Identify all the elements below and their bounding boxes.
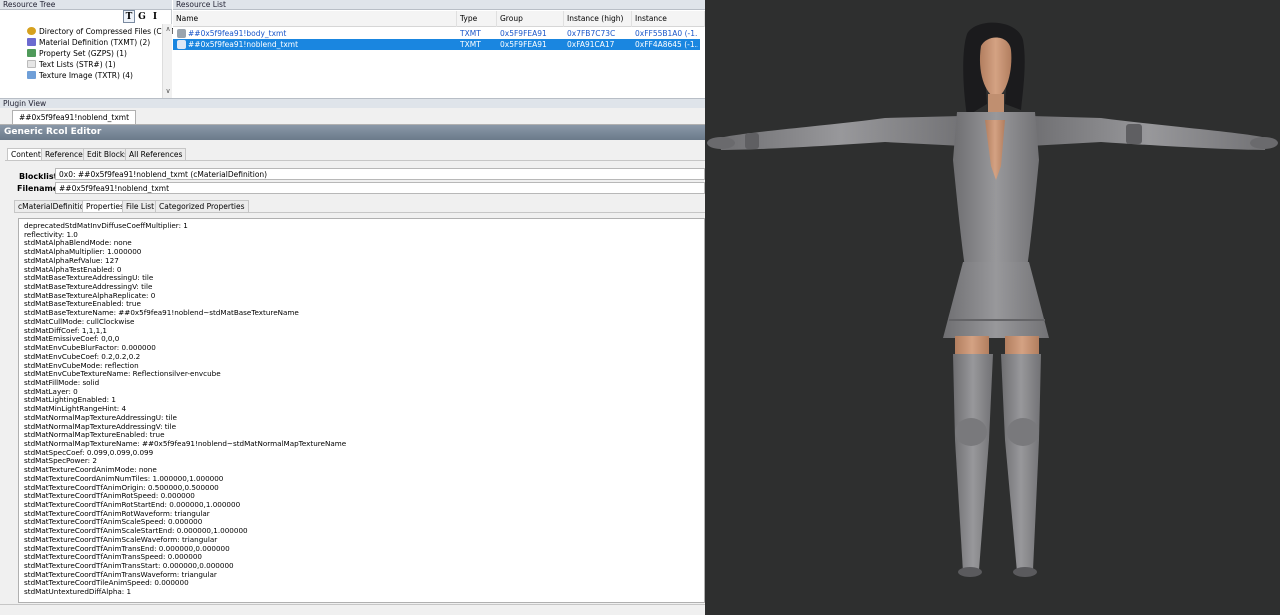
right-arm-shape [1029, 116, 1267, 150]
subtab-categorized-properties[interactable]: Categorized Properties [155, 200, 249, 212]
filename-field[interactable]: ##0x5f9fea91!noblend_txmt [55, 182, 705, 194]
tree-scrollbar[interactable]: ∧ ∨ [162, 24, 172, 98]
model-viewport[interactable] [705, 0, 1280, 615]
resource-instance-high: 0x7FB7C73C [567, 29, 616, 38]
right-hand-shape [1250, 137, 1278, 149]
right-leg-shape [1001, 354, 1041, 572]
material-icon [27, 38, 36, 46]
resource-tree-title: Resource Tree [3, 0, 56, 9]
plugin-view-header: Plugin View [0, 98, 705, 108]
resource-instance: 0xFF4A8645 (-1... [635, 40, 698, 49]
tree-view-toolbar: TGI [123, 10, 172, 24]
property-line: stdMatEnvCubeTextureName: Reflectionsilv… [24, 369, 221, 379]
property-line: stdMatFillMode: solid [24, 377, 100, 387]
column-header-group[interactable]: Group [497, 11, 564, 27]
column-header-type[interactable]: Type [457, 11, 497, 27]
column-header-name[interactable]: Name [173, 11, 457, 27]
scroll-up-icon[interactable]: ∧ [164, 25, 172, 33]
tree-item-label: Texture Image (TXTR) (4) [39, 71, 133, 80]
left-knee-shape [955, 418, 987, 446]
left-leg-shape [953, 354, 993, 572]
resource-instance: 0xFF55B1A0 (-1... [635, 29, 698, 38]
resource-name: ##0x5f9fea91!body_txmt [188, 29, 287, 38]
left-bracer-shape [745, 133, 759, 149]
gold-file-icon [27, 27, 36, 35]
property-line: stdMatSpecCoef: 0.099,0.099,0.099 [24, 447, 154, 457]
neck-shape [988, 94, 1004, 114]
plugin-document-tab[interactable]: ##0x5f9fea91!noblend_txmt [12, 110, 136, 124]
status-strip [0, 604, 705, 615]
property-line: stdMatLayer: 0 [24, 386, 78, 396]
tree-item-txmt[interactable]: Material Definition (TXMT) (2) [27, 38, 150, 48]
property-line: stdMatLightingEnabled: 1 [24, 395, 116, 405]
plugin-view-title: Plugin View [3, 99, 47, 108]
property-line: stdMatUntexturedDiffAlpha: 1 [24, 587, 132, 597]
blocklist-select[interactable]: 0x0: ##0x5f9fea91!noblend_txmt (cMateria… [55, 168, 705, 180]
resource-file-icon [177, 29, 186, 38]
resource-row[interactable]: ##0x5f9fea91!body_txmt TXMT 0x5F9FEA91 0… [173, 28, 700, 39]
tree-item-label: Property Set (GZPS) (1) [39, 49, 127, 58]
tab-all-references[interactable]: All References [125, 148, 187, 160]
resource-list-columns: Name Type Group Instance (high) Instance [173, 11, 705, 27]
editor-title: Generic Rcol Editor [0, 125, 705, 140]
resource-row-selected[interactable]: ##0x5f9fea91!noblend_txmt TXMT 0x5F9FEA9… [173, 39, 700, 50]
skirt-shape [943, 262, 1049, 338]
right-foot-shape [1013, 567, 1037, 577]
resource-type: TXMT [460, 40, 481, 49]
resource-list-title: Resource List [176, 0, 226, 9]
resource-instance-high: 0xFA91CA17 [567, 40, 615, 49]
property-line: stdMatAlphaMultiplier: 1.000000 [24, 247, 142, 257]
properties-list[interactable]: deprecatedStdMatInvDiffuseCoeffMultiplie… [18, 218, 705, 603]
text-list-icon [27, 60, 36, 68]
column-header-instance[interactable]: Instance [632, 11, 705, 27]
left-foot-shape [958, 567, 982, 577]
property-line: stdMatAlphaRefValue: 127 [24, 255, 119, 265]
tab-content[interactable]: Content [7, 148, 45, 160]
resource-list-header: Resource List [173, 0, 705, 10]
scroll-down-icon[interactable]: ∨ [164, 87, 172, 95]
tab-reference[interactable]: Reference [41, 148, 87, 160]
tree-item-label: Directory of Compressed Files (CLST) [39, 27, 179, 36]
resource-type: TXMT [460, 29, 481, 38]
property-set-icon [27, 49, 36, 57]
resource-name: ##0x5f9fea91!noblend_txmt [188, 40, 299, 49]
resource-file-icon [177, 40, 186, 49]
property-line: deprecatedStdMatInvDiffuseCoeffMultiplie… [24, 221, 188, 230]
resource-group: 0x5F9FEA91 [500, 29, 547, 38]
property-line: stdMatDiffCoef: 1,1,1,1 [24, 325, 107, 335]
tree-item-str[interactable]: Text Lists (STR#) (1) [27, 60, 116, 70]
texture-icon [27, 71, 36, 79]
subtab-file-list[interactable]: File List [122, 200, 159, 212]
right-knee-shape [1007, 418, 1039, 446]
property-line: stdMatCullMode: cullClockwise [24, 316, 135, 326]
tree-item-label: Material Definition (TXMT) (2) [39, 38, 151, 47]
left-hand-shape [707, 137, 735, 149]
tree-item-txtr[interactable]: Texture Image (TXTR) (4) [27, 71, 133, 81]
resource-tree-header: Resource Tree [0, 0, 172, 10]
right-bracer-shape [1126, 124, 1142, 144]
group-view-button[interactable]: G [136, 10, 148, 23]
tree-item-clst[interactable]: Directory of Compressed Files (CLST) [27, 27, 178, 37]
instance-view-button[interactable]: I [149, 10, 161, 23]
tree-item-gzps[interactable]: Property Set (GZPS) (1) [27, 49, 127, 59]
tree-item-label: Text Lists (STR#) (1) [39, 60, 116, 69]
column-header-instance-high[interactable]: Instance (high) [564, 11, 632, 27]
character-model [707, 22, 1278, 577]
resource-group: 0x5F9FEA91 [500, 40, 547, 49]
type-view-button[interactable]: T [123, 10, 135, 23]
